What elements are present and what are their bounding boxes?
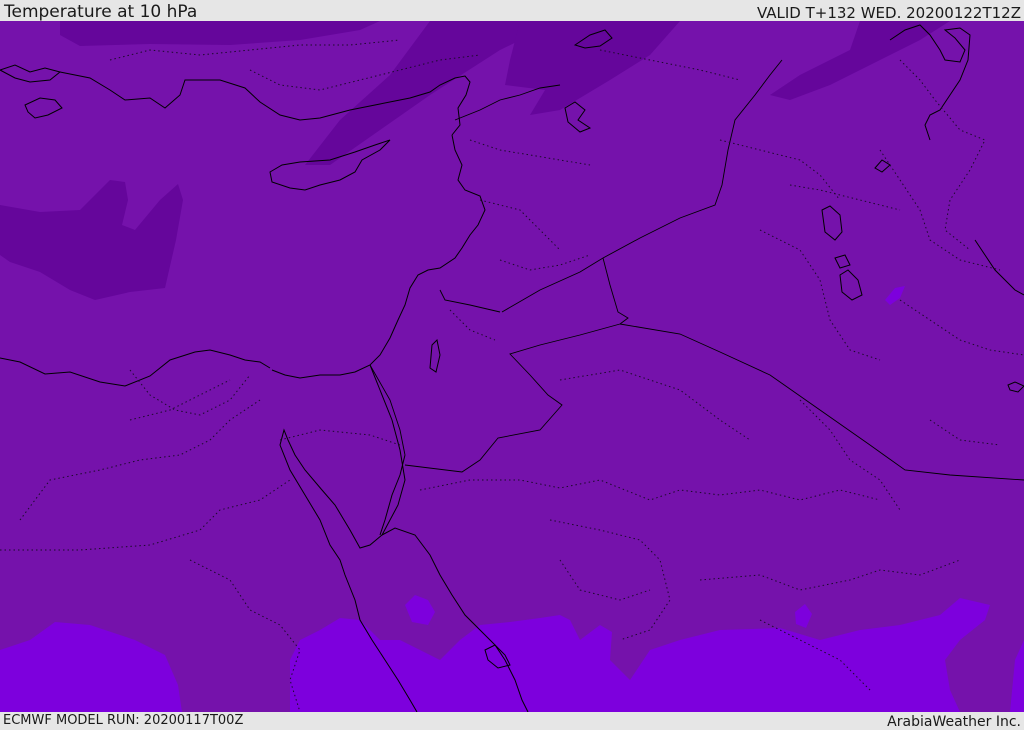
map-title: Temperature at 10 hPa xyxy=(4,2,198,22)
map-area xyxy=(0,21,1024,712)
model-run-label: ECMWF MODEL RUN: 20200117T00Z xyxy=(3,713,244,728)
header-bar: Temperature at 10 hPa VALID T+132 WED. 2… xyxy=(0,0,1024,21)
footer-bar: ECMWF MODEL RUN: 20200117T00Z ArabiaWeat… xyxy=(0,712,1024,730)
valid-time: VALID T+132 WED. 20200122T12Z xyxy=(756,4,1021,22)
base-temperature-field xyxy=(0,21,1024,712)
temperature-map xyxy=(0,21,1024,712)
credit-label: ArabiaWeather Inc. xyxy=(887,714,1021,730)
